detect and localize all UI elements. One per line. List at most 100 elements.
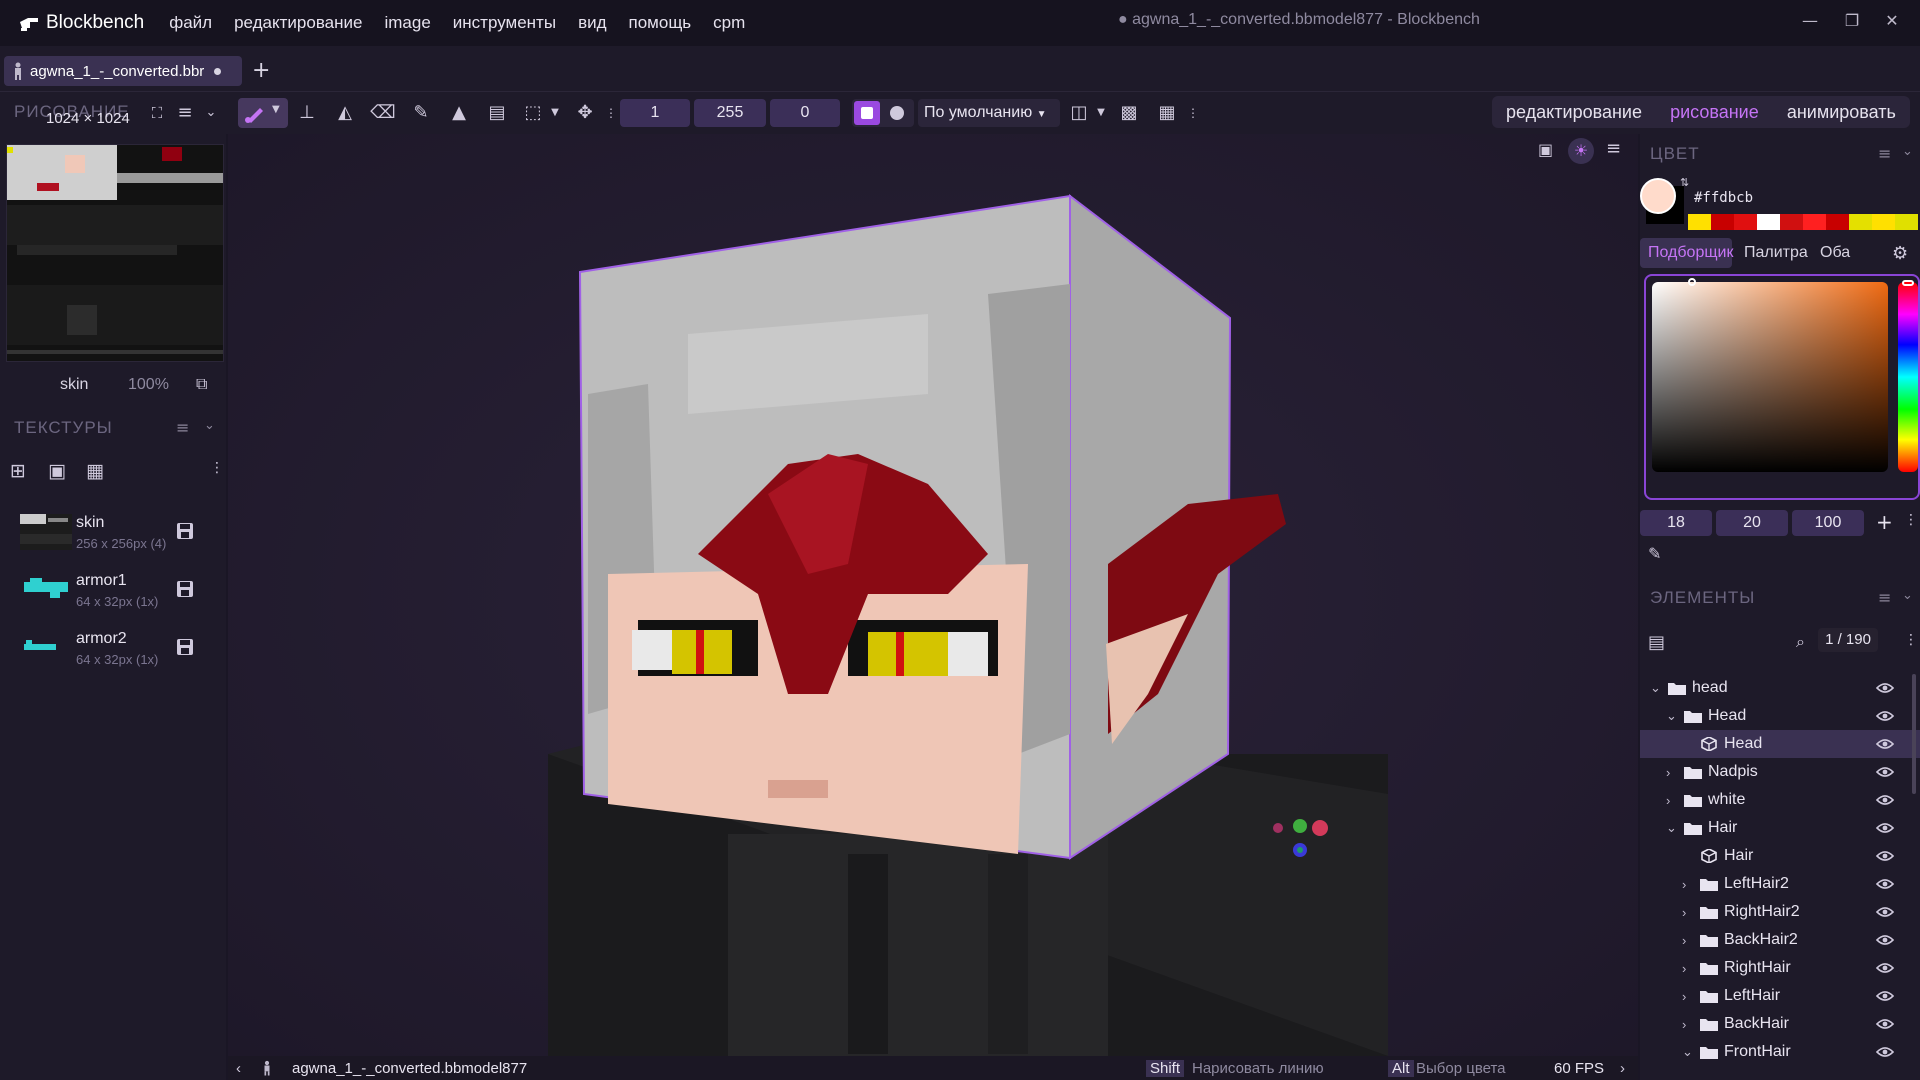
add-to-palette-icon[interactable]: +: [1876, 510, 1893, 534]
save-icon[interactable]: [176, 522, 194, 540]
save-icon[interactable]: [176, 638, 194, 656]
uv-editor-preview[interactable]: [6, 144, 224, 362]
eye-icon[interactable]: [1876, 766, 1894, 778]
outliner-group[interactable]: › RightHair: [1640, 954, 1920, 982]
eraser-icon[interactable]: ⌫: [370, 100, 396, 126]
chevron-right-icon[interactable]: ›: [1682, 877, 1696, 892]
panel-collapse-icon[interactable]: ⌄: [1902, 144, 1913, 159]
panel-collapse-icon[interactable]: ⌄: [1902, 588, 1913, 603]
menu-lines-icon[interactable]: ≡: [172, 100, 198, 126]
palette-swatch[interactable]: [1757, 214, 1780, 230]
search-icon[interactable]: ⌕: [1796, 632, 1805, 652]
chevron-down-icon[interactable]: ⌄: [1666, 820, 1680, 836]
mode-edit-tab[interactable]: редактирование: [1506, 102, 1642, 123]
menu-tools[interactable]: инструменты: [442, 13, 567, 33]
close-button[interactable]: ✕: [1872, 8, 1912, 34]
chevron-left-icon[interactable]: ‹: [236, 1060, 241, 1077]
outliner-options-icon[interactable]: ▤: [1648, 632, 1665, 653]
menu-help[interactable]: помощь: [618, 13, 703, 33]
outliner-group[interactable]: › LeftHair2: [1640, 870, 1920, 898]
new-tab-button[interactable]: +: [252, 58, 270, 83]
outliner-cube[interactable]: Hair: [1640, 842, 1920, 870]
eye-icon[interactable]: [1876, 794, 1894, 806]
outliner-group[interactable]: ⌄ Head: [1640, 702, 1920, 730]
gradient-tool-icon[interactable]: ▤: [484, 100, 510, 126]
hsv-h-field[interactable]: 18: [1640, 510, 1712, 536]
color-more-icon[interactable]: ⋮: [1904, 512, 1918, 528]
project-tab[interactable]: agwna_1_-_converted.bbr: [4, 56, 242, 86]
palette-swatch[interactable]: [1688, 214, 1711, 230]
palette-swatch[interactable]: [1803, 214, 1826, 230]
brush-shape-toggle[interactable]: [852, 99, 914, 127]
more-options-icon[interactable]: ⋮: [1180, 100, 1206, 126]
eye-icon[interactable]: [1876, 710, 1894, 722]
hue-handle[interactable]: [1902, 280, 1914, 286]
tab-both[interactable]: Оба: [1820, 244, 1850, 262]
shape-tool-icon[interactable]: ▲: [446, 100, 472, 126]
chevron-right-icon[interactable]: ›: [1682, 989, 1696, 1004]
hsv-s-field[interactable]: 20: [1716, 510, 1788, 536]
chevron-right-icon[interactable]: ›: [1620, 1060, 1625, 1077]
eyedropper-icon[interactable]: ✎: [1648, 544, 1661, 563]
panel-menu-icon[interactable]: ≡: [176, 418, 189, 437]
viewport-menu-icon[interactable]: ≡: [1606, 138, 1621, 159]
image-view-icon[interactable]: ▣: [1538, 140, 1553, 159]
texture-more-icon[interactable]: ⋮: [210, 460, 224, 476]
outliner-group[interactable]: › BackHair: [1640, 1010, 1920, 1038]
stamp-tool-icon[interactable]: ⊥: [294, 100, 320, 126]
pixel-grid-icon[interactable]: ▦: [1154, 100, 1180, 126]
palette-swatch[interactable]: [1780, 214, 1803, 230]
eye-icon[interactable]: [1876, 738, 1894, 750]
chevron-down-icon[interactable]: ⌄: [1650, 680, 1664, 696]
palette-swatch[interactable]: [1895, 214, 1918, 230]
outliner-group[interactable]: ⌄ head: [1640, 674, 1920, 702]
outliner-group[interactable]: › BackHair2: [1640, 926, 1920, 954]
eye-icon[interactable]: [1876, 962, 1894, 974]
lock-alpha-icon[interactable]: ▩: [1116, 100, 1142, 126]
palette-swatch[interactable]: [1734, 214, 1757, 230]
outliner-group[interactable]: › RightHair2: [1640, 898, 1920, 926]
chevron-right-icon[interactable]: ›: [1682, 1017, 1696, 1032]
menu-image[interactable]: image: [373, 13, 441, 33]
chevron-right-icon[interactable]: ›: [1666, 765, 1680, 780]
palette-swatch[interactable]: [1849, 214, 1872, 230]
texture-item-skin[interactable]: skin 256 x 256px (4): [0, 508, 226, 564]
swap-colors-icon[interactable]: ⇅: [1680, 176, 1689, 189]
tab-picker[interactable]: Подборщик: [1648, 244, 1733, 262]
hex-input[interactable]: #ffdbcb: [1694, 190, 1753, 206]
saturation-value-area[interactable]: [1652, 278, 1888, 472]
outliner-more-icon[interactable]: ⋮: [1904, 632, 1918, 648]
eye-icon[interactable]: [1876, 822, 1894, 834]
add-texture-icon[interactable]: ⊞: [10, 460, 26, 482]
color-picker-icon[interactable]: ✎: [408, 100, 434, 126]
mode-paint-tab[interactable]: рисование: [1670, 102, 1759, 123]
fill-bucket-icon[interactable]: ◭: [332, 100, 358, 126]
brush-tool-button[interactable]: ▼: [238, 98, 288, 128]
blend-mode-select[interactable]: По умолчанию ▼: [918, 99, 1060, 127]
gear-icon[interactable]: ⚙: [1892, 243, 1908, 264]
primary-color-swatch[interactable]: [1640, 178, 1676, 214]
hsv-v-field[interactable]: 100: [1792, 510, 1864, 536]
tab-palette[interactable]: Палитра: [1744, 244, 1808, 262]
mode-animate-tab[interactable]: анимировать: [1787, 102, 1896, 123]
menu-edit[interactable]: редактирование: [223, 13, 373, 33]
menu-view[interactable]: вид: [567, 13, 617, 33]
outliner-scrollbar[interactable]: [1912, 674, 1916, 794]
brush-size-field[interactable]: 1: [620, 99, 690, 127]
square-shape-option[interactable]: [854, 101, 880, 125]
chevron-right-icon[interactable]: ›: [1666, 793, 1680, 808]
chevron-right-icon[interactable]: ›: [1682, 905, 1696, 920]
restore-button[interactable]: ❐: [1832, 8, 1872, 34]
eye-icon[interactable]: [1876, 906, 1894, 918]
eye-icon[interactable]: [1876, 878, 1894, 890]
texture-item-armor1[interactable]: armor1 64 x 32px (1x): [0, 566, 226, 622]
3d-viewport[interactable]: ▣ ☀ ≡: [228, 134, 1638, 1056]
fullscreen-icon[interactable]: ⛶: [144, 100, 170, 126]
outliner-group[interactable]: ⌄ Hair: [1640, 814, 1920, 842]
selection-dropdown-icon[interactable]: ▼: [542, 100, 568, 126]
import-texture-icon[interactable]: ▣: [48, 460, 66, 482]
recent-colors-strip[interactable]: [1688, 214, 1918, 230]
palette-swatch[interactable]: [1872, 214, 1895, 230]
softness-field[interactable]: 0: [770, 99, 840, 127]
opacity-field[interactable]: 255: [694, 99, 766, 127]
